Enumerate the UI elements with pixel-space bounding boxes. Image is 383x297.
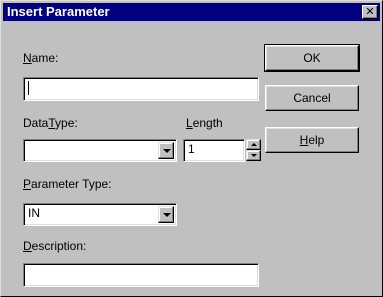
description-input[interactable] [23, 263, 259, 287]
datatype-select[interactable] [23, 139, 177, 162]
length-label: Length [186, 116, 223, 130]
close-icon[interactable]: ✕ [362, 5, 378, 19]
title-bar[interactable]: Insert Parameter ✕ [3, 3, 380, 21]
parameter-type-select[interactable]: IN [23, 203, 177, 226]
name-label: Name: [23, 51, 59, 65]
help-button[interactable]: Help [265, 127, 359, 153]
description-label: Description: [23, 239, 87, 253]
parameter-type-label: Parameter Type: [23, 177, 112, 191]
datatype-label: DataType: [23, 116, 78, 130]
chevron-down-icon[interactable] [158, 142, 174, 159]
chevron-down-icon[interactable] [158, 206, 174, 223]
dialog-title: Insert Parameter [7, 4, 110, 19]
text-caret [28, 81, 29, 95]
insert-parameter-dialog: Insert Parameter ✕ Name: DataType: Lengt… [0, 0, 383, 297]
cancel-button[interactable]: Cancel [265, 85, 359, 111]
length-spin-up-icon[interactable] [246, 139, 261, 150]
ok-button[interactable]: OK [264, 44, 360, 72]
name-input[interactable] [23, 77, 259, 101]
length-spin-down-icon[interactable] [246, 150, 261, 161]
length-input[interactable]: 1 [183, 139, 245, 162]
